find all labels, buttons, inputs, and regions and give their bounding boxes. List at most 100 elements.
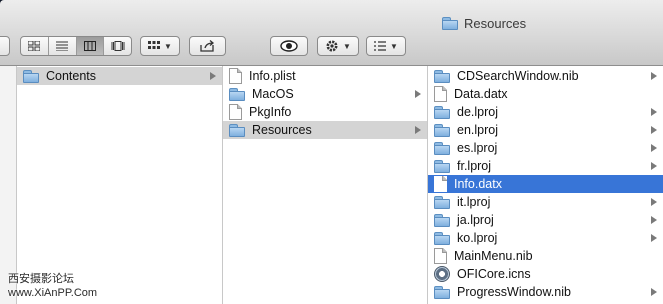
- grid-arrange-icon: [148, 41, 161, 49]
- list-item-macos[interactable]: MacOS: [223, 85, 427, 103]
- list-item[interactable]: ko.lproj: [428, 229, 663, 247]
- icon-view-button[interactable]: [21, 37, 49, 55]
- column-previous: [0, 66, 17, 304]
- list-item[interactable]: es.lproj: [428, 139, 663, 157]
- chevron-down-icon: ▼: [343, 41, 351, 51]
- folder-icon: [229, 87, 245, 101]
- item-label: ProgressWindow.nib: [457, 285, 571, 299]
- list-item[interactable]: ProgressWindow.nib: [428, 283, 663, 301]
- share-icon: [199, 40, 214, 52]
- back-forward-button[interactable]: [0, 36, 10, 56]
- eye-icon: [280, 40, 298, 52]
- folder-icon: [434, 105, 450, 119]
- list-item[interactable]: it.lproj: [428, 193, 663, 211]
- folder-icon: [23, 69, 39, 83]
- arrange-button[interactable]: ▼: [140, 36, 180, 56]
- cover-flow-button[interactable]: [104, 37, 131, 55]
- disclosure-arrow-icon: [651, 126, 657, 134]
- document-icon: [229, 104, 242, 120]
- item-label: MainMenu.nib: [454, 249, 533, 263]
- item-label: Data.datx: [454, 87, 508, 101]
- list-item[interactable]: ja.lproj: [428, 211, 663, 229]
- list-view-button[interactable]: [49, 37, 77, 55]
- list-item[interactable]: de.lproj: [428, 103, 663, 121]
- disclosure-arrow-icon: [651, 144, 657, 152]
- list-item-resources[interactable]: Resources: [223, 121, 427, 139]
- column-view-icon: [83, 41, 96, 51]
- watermark-line-1: 西安摄影论坛: [8, 273, 74, 285]
- list-item[interactable]: en.lproj: [428, 121, 663, 139]
- toolbar: Resources ▼ ▼ ▼: [0, 0, 663, 66]
- finder-window: Resources ▼ ▼ ▼ Contents Info.plist MacO…: [0, 0, 663, 304]
- column-view-button[interactable]: [76, 37, 105, 55]
- share-button[interactable]: [189, 36, 226, 56]
- disclosure-arrow-icon: [651, 234, 657, 242]
- path-menu-button[interactable]: ▼: [366, 36, 406, 56]
- disclosure-arrow-icon: [651, 72, 657, 80]
- list-item[interactable]: fr.lproj: [428, 157, 663, 175]
- document-icon: [434, 248, 447, 264]
- icns-file-icon: [434, 266, 450, 282]
- disclosure-arrow-icon: [415, 90, 421, 98]
- item-label: es.lproj: [457, 141, 498, 155]
- folder-icon: [434, 159, 450, 173]
- document-icon: [434, 176, 447, 192]
- item-label: OFICore.icns: [457, 267, 531, 281]
- icon-view-icon: [28, 41, 41, 51]
- window-title-label: Resources: [464, 15, 527, 31]
- watermark-line-2: www.XiAnPP.Com: [8, 287, 98, 299]
- chevron-down-icon: ▼: [390, 41, 398, 51]
- disclosure-arrow-icon: [651, 288, 657, 296]
- document-icon: [434, 86, 447, 102]
- item-label: it.lproj: [457, 195, 491, 209]
- list-item[interactable]: Data.datx: [428, 85, 663, 103]
- disclosure-arrow-icon: [415, 126, 421, 134]
- item-label: CDSearchWindow.nib: [457, 69, 579, 83]
- item-label: Contents: [46, 69, 97, 83]
- item-label: en.lproj: [457, 123, 498, 137]
- list-item-contents[interactable]: Contents: [17, 67, 222, 85]
- folder-icon: [434, 69, 450, 83]
- disclosure-arrow-icon: [210, 72, 216, 80]
- folder-icon: [434, 141, 450, 155]
- folder-icon: [434, 195, 450, 209]
- list-item-selected[interactable]: Info.datx: [428, 175, 663, 193]
- watermark: 西安摄影论坛 www.XiAnPP.Com: [8, 272, 97, 300]
- list-icon: [374, 41, 387, 51]
- list-item-pkginfo[interactable]: PkgInfo: [223, 103, 427, 121]
- document-icon: [229, 68, 242, 84]
- disclosure-arrow-icon: [651, 108, 657, 116]
- item-label: Info.datx: [454, 177, 502, 191]
- column-resources[interactable]: CDSearchWindow.nib Data.datx de.lproj en…: [428, 66, 663, 304]
- folder-icon: [229, 123, 245, 137]
- folder-icon: [434, 213, 450, 227]
- folder-icon: [434, 123, 450, 137]
- disclosure-arrow-icon: [651, 216, 657, 224]
- item-label: MacOS: [252, 87, 294, 101]
- item-label: fr.lproj: [457, 159, 492, 173]
- column-app-bundle[interactable]: Contents: [17, 66, 223, 304]
- list-item[interactable]: CDSearchWindow.nib: [428, 67, 663, 85]
- disclosure-arrow-icon: [651, 198, 657, 206]
- disclosure-arrow-icon: [651, 162, 657, 170]
- item-label: Resources: [252, 123, 312, 137]
- cover-flow-icon: [111, 41, 125, 51]
- item-label: de.lproj: [457, 105, 498, 119]
- item-label: ko.lproj: [457, 231, 498, 245]
- folder-icon: [434, 285, 450, 299]
- window-title: Resources: [442, 14, 526, 32]
- column-contents[interactable]: Info.plist MacOS PkgInfo Resources: [223, 66, 428, 304]
- quick-look-button[interactable]: [270, 36, 308, 56]
- list-item-info-plist[interactable]: Info.plist: [223, 67, 427, 85]
- item-label: Info.plist: [249, 69, 296, 83]
- item-label: PkgInfo: [249, 105, 292, 119]
- folder-icon: [434, 231, 450, 245]
- chevron-down-icon: ▼: [164, 41, 172, 51]
- list-view-icon: [56, 41, 69, 51]
- action-menu-button[interactable]: ▼: [317, 36, 359, 56]
- list-item[interactable]: OFICore.icns: [428, 265, 663, 283]
- list-item[interactable]: MainMenu.nib: [428, 247, 663, 265]
- view-mode-segmented-control: [20, 36, 132, 56]
- gear-icon: [326, 40, 338, 52]
- folder-icon: [442, 16, 458, 30]
